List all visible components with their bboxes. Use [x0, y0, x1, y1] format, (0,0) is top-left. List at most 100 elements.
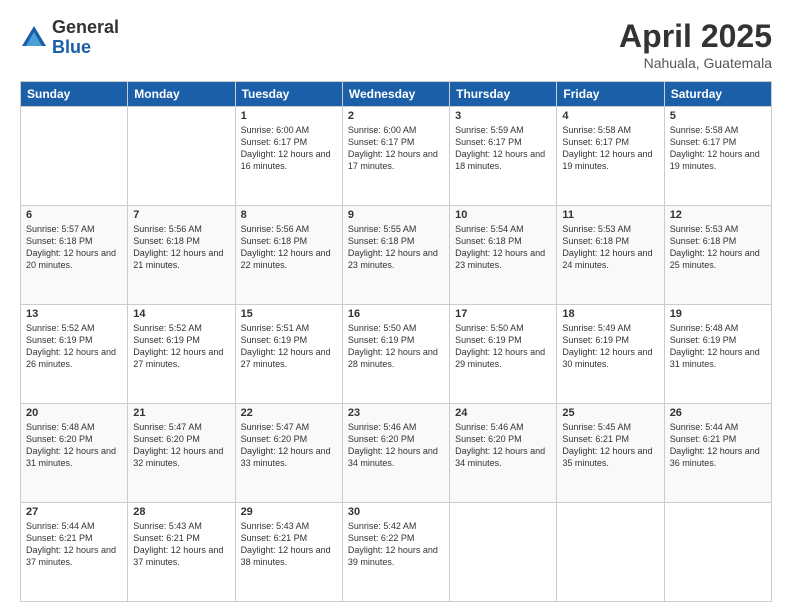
day-number: 4: [562, 110, 658, 122]
day-number: 23: [348, 407, 444, 419]
calendar-cell: 2 Sunrise: 6:00 AM Sunset: 6:17 PM Daylig…: [342, 107, 449, 206]
title-area: April 2025 Nahuala, Guatemala: [619, 18, 772, 71]
calendar-cell: 7 Sunrise: 5:56 AM Sunset: 6:18 PM Daylig…: [128, 206, 235, 305]
calendar-cell: [21, 107, 128, 206]
day-number: 14: [133, 308, 229, 320]
day-number: 16: [348, 308, 444, 320]
calendar-cell: 17 Sunrise: 5:50 AM Sunset: 6:19 PM Dayli…: [450, 305, 557, 404]
day-number: 22: [241, 407, 337, 419]
week-row-4: 20 Sunrise: 5:48 AM Sunset: 6:20 PM Dayli…: [21, 404, 772, 503]
calendar-cell: 9 Sunrise: 5:55 AM Sunset: 6:18 PM Daylig…: [342, 206, 449, 305]
day-info: Sunrise: 6:00 AM Sunset: 6:17 PM Dayligh…: [348, 124, 444, 173]
calendar-cell: 8 Sunrise: 5:56 AM Sunset: 6:18 PM Daylig…: [235, 206, 342, 305]
calendar-cell: 6Sunrise: 5:57 AM Sunset: 6:18 PM Daylig…: [21, 206, 128, 305]
day-number: 7: [133, 209, 229, 221]
calendar-cell: 19 Sunrise: 5:48 AM Sunset: 6:19 PM Dayli…: [664, 305, 771, 404]
day-info: Sunrise: 5:58 AM Sunset: 6:17 PM Dayligh…: [562, 124, 658, 173]
day-info: Sunrise: 5:55 AM Sunset: 6:18 PM Dayligh…: [348, 223, 444, 272]
day-info: Sunrise: 5:59 AM Sunset: 6:17 PM Dayligh…: [455, 124, 551, 173]
calendar-cell: 21Sunrise: 5:47 AM Sunset: 6:20 PM Dayli…: [128, 404, 235, 503]
day-number: 2: [348, 110, 444, 122]
day-number: 3: [455, 110, 551, 122]
day-number: 17: [455, 308, 551, 320]
day-header-wednesday: Wednesday: [342, 82, 449, 107]
week-row-5: 27 Sunrise: 5:44 AM Sunset: 6:21 PM Dayli…: [21, 503, 772, 602]
calendar-cell: 27 Sunrise: 5:44 AM Sunset: 6:21 PM Dayli…: [21, 503, 128, 602]
calendar-cell: [557, 503, 664, 602]
calendar-cell: 25 Sunrise: 5:45 AM Sunset: 6:21 PM Dayli…: [557, 404, 664, 503]
day-info: Sunrise: 5:46 AM Sunset: 6:20 PM Dayligh…: [348, 421, 444, 470]
day-number: 28: [133, 506, 229, 518]
day-info: Sunrise: 5:43 AM Sunset: 6:21 PM Dayligh…: [133, 520, 229, 569]
day-number: 27: [26, 506, 122, 518]
day-info: Sunrise: 5:44 AM Sunset: 6:21 PM Dayligh…: [26, 520, 122, 569]
calendar-cell: 24 Sunrise: 5:46 AM Sunset: 6:20 PM Dayli…: [450, 404, 557, 503]
day-header-saturday: Saturday: [664, 82, 771, 107]
calendar-cell: [128, 107, 235, 206]
day-number: 26: [670, 407, 766, 419]
calendar-cell: 3 Sunrise: 5:59 AM Sunset: 6:17 PM Daylig…: [450, 107, 557, 206]
week-row-2: 6Sunrise: 5:57 AM Sunset: 6:18 PM Daylig…: [21, 206, 772, 305]
day-number: 12: [670, 209, 766, 221]
day-info: Sunrise: 5:52 AM Sunset: 6:19 PM Dayligh…: [133, 322, 229, 371]
day-info: Sunrise: 5:52 AM Sunset: 6:19 PM Dayligh…: [26, 322, 122, 371]
day-info: Sunrise: 5:43 AM Sunset: 6:21 PM Dayligh…: [241, 520, 337, 569]
calendar-cell: 30 Sunrise: 5:42 AM Sunset: 6:22 PM Dayli…: [342, 503, 449, 602]
day-info: Sunrise: 5:49 AM Sunset: 6:19 PM Dayligh…: [562, 322, 658, 371]
logo-icon: [20, 24, 48, 52]
day-number: 19: [670, 308, 766, 320]
day-number: 30: [348, 506, 444, 518]
day-number: 29: [241, 506, 337, 518]
day-info: Sunrise: 5:47 AM Sunset: 6:20 PM Dayligh…: [241, 421, 337, 470]
calendar-cell: 14 Sunrise: 5:52 AM Sunset: 6:19 PM Dayli…: [128, 305, 235, 404]
day-info: Sunrise: 5:51 AM Sunset: 6:19 PM Dayligh…: [241, 322, 337, 371]
day-number: 24: [455, 407, 551, 419]
day-info: Sunrise: 5:56 AM Sunset: 6:18 PM Dayligh…: [241, 223, 337, 272]
calendar-cell: [450, 503, 557, 602]
day-info: Sunrise: 5:45 AM Sunset: 6:21 PM Dayligh…: [562, 421, 658, 470]
day-header-sunday: Sunday: [21, 82, 128, 107]
day-number: 6: [26, 209, 122, 221]
month-title: April 2025: [619, 18, 772, 55]
day-number: 18: [562, 308, 658, 320]
day-number: 5: [670, 110, 766, 122]
day-info: Sunrise: 5:58 AM Sunset: 6:17 PM Dayligh…: [670, 124, 766, 173]
day-info: Sunrise: 5:48 AM Sunset: 6:19 PM Dayligh…: [670, 322, 766, 371]
calendar-cell: 11Sunrise: 5:53 AM Sunset: 6:18 PM Dayli…: [557, 206, 664, 305]
calendar-cell: 4 Sunrise: 5:58 AM Sunset: 6:17 PM Daylig…: [557, 107, 664, 206]
week-row-1: 1 Sunrise: 6:00 AM Sunset: 6:17 PM Daylig…: [21, 107, 772, 206]
calendar-cell: 10Sunrise: 5:54 AM Sunset: 6:18 PM Dayli…: [450, 206, 557, 305]
day-info: Sunrise: 5:53 AM Sunset: 6:18 PM Dayligh…: [670, 223, 766, 272]
logo-general: General: [52, 18, 119, 38]
header-row: SundayMondayTuesdayWednesdayThursdayFrid…: [21, 82, 772, 107]
calendar-cell: 28 Sunrise: 5:43 AM Sunset: 6:21 PM Dayli…: [128, 503, 235, 602]
calendar-cell: 23 Sunrise: 5:46 AM Sunset: 6:20 PM Dayli…: [342, 404, 449, 503]
page: General Blue April 2025 Nahuala, Guatema…: [0, 0, 792, 612]
day-info: Sunrise: 5:46 AM Sunset: 6:20 PM Dayligh…: [455, 421, 551, 470]
location: Nahuala, Guatemala: [619, 55, 772, 71]
day-number: 25: [562, 407, 658, 419]
day-info: Sunrise: 5:50 AM Sunset: 6:19 PM Dayligh…: [455, 322, 551, 371]
calendar-cell: 26 Sunrise: 5:44 AM Sunset: 6:21 PM Dayli…: [664, 404, 771, 503]
day-info: Sunrise: 5:48 AM Sunset: 6:20 PM Dayligh…: [26, 421, 122, 470]
week-row-3: 13Sunrise: 5:52 AM Sunset: 6:19 PM Dayli…: [21, 305, 772, 404]
day-number: 8: [241, 209, 337, 221]
header: General Blue April 2025 Nahuala, Guatema…: [20, 18, 772, 71]
day-info: Sunrise: 5:44 AM Sunset: 6:21 PM Dayligh…: [670, 421, 766, 470]
calendar-cell: 12 Sunrise: 5:53 AM Sunset: 6:18 PM Dayli…: [664, 206, 771, 305]
day-info: Sunrise: 5:42 AM Sunset: 6:22 PM Dayligh…: [348, 520, 444, 569]
day-header-tuesday: Tuesday: [235, 82, 342, 107]
day-info: Sunrise: 5:50 AM Sunset: 6:19 PM Dayligh…: [348, 322, 444, 371]
day-info: Sunrise: 5:56 AM Sunset: 6:18 PM Dayligh…: [133, 223, 229, 272]
day-number: 1: [241, 110, 337, 122]
calendar-cell: 1Sunrise: 6:00 AM Sunset: 6:17 PM Daylig…: [235, 107, 342, 206]
calendar-cell: 5 Sunrise: 5:58 AM Sunset: 6:17 PM Daylig…: [664, 107, 771, 206]
calendar-cell: 15 Sunrise: 5:51 AM Sunset: 6:19 PM Dayli…: [235, 305, 342, 404]
day-number: 10: [455, 209, 551, 221]
day-info: Sunrise: 5:53 AM Sunset: 6:18 PM Dayligh…: [562, 223, 658, 272]
logo-blue: Blue: [52, 38, 119, 58]
day-info: Sunrise: 5:47 AM Sunset: 6:20 PM Dayligh…: [133, 421, 229, 470]
day-number: 9: [348, 209, 444, 221]
day-number: 20: [26, 407, 122, 419]
day-number: 15: [241, 308, 337, 320]
